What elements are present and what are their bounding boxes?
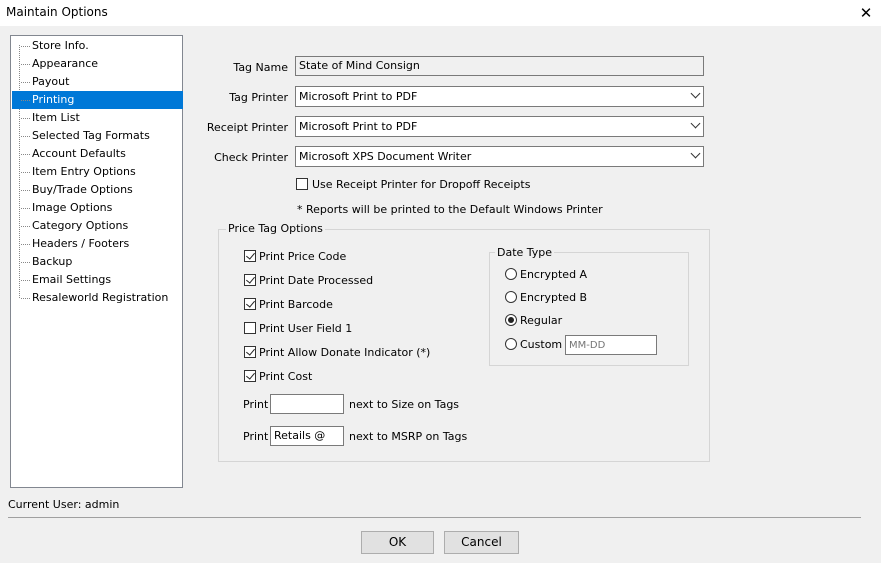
- print-cost-checkbox[interactable]: [244, 370, 256, 382]
- tree-item-buy-trade-options[interactable]: Buy/Trade Options: [12, 181, 183, 199]
- tree-item-label: Printing: [32, 93, 75, 106]
- tree-item-label: Payout: [32, 75, 70, 88]
- tag-name-field[interactable]: State of Mind Consign: [295, 56, 704, 76]
- custom-date-format-field[interactable]: [565, 335, 657, 355]
- chevron-down-icon: [690, 118, 701, 129]
- print-cost-label: Print Cost: [259, 370, 313, 383]
- close-icon[interactable]: ✕: [855, 3, 877, 23]
- check-printer-label: Check Printer: [214, 151, 288, 164]
- tree-item-label: Category Options: [32, 219, 129, 232]
- msrp-print-prefix: Print: [243, 430, 269, 443]
- tree-item-label: Appearance: [32, 57, 99, 70]
- print-barcode-label: Print Barcode: [259, 298, 333, 311]
- tree-item-headers-footers[interactable]: Headers / Footers: [12, 235, 183, 253]
- receipt-printer-select[interactable]: Microsoft Print to PDF: [295, 116, 704, 137]
- tree-item-appearance[interactable]: Appearance: [12, 55, 183, 73]
- use-receipt-printer-checkbox[interactable]: [296, 178, 308, 190]
- tag-printer-select[interactable]: Microsoft Print to PDF: [295, 86, 704, 107]
- window-title: Maintain Options: [6, 5, 108, 19]
- tree-item-label: Store Info.: [32, 39, 89, 52]
- tree-item-backup[interactable]: Backup: [12, 253, 183, 271]
- tree-item-category-options[interactable]: Category Options: [12, 217, 183, 235]
- tag-printer-label: Tag Printer: [229, 91, 288, 104]
- encrypted-b-label: Encrypted B: [520, 291, 588, 304]
- print-date-processed-label: Print Date Processed: [259, 274, 374, 287]
- size-print-prefix: Print: [243, 398, 269, 411]
- date-type-label: Date Type: [495, 246, 555, 259]
- print-allow-donate-label: Print Allow Donate Indicator (*): [259, 346, 431, 359]
- check-printer-select[interactable]: Microsoft XPS Document Writer: [295, 146, 704, 167]
- size-print-field[interactable]: [270, 394, 344, 414]
- tree-item-item-entry-options[interactable]: Item Entry Options: [12, 163, 183, 181]
- tree-item-label: Buy/Trade Options: [32, 183, 133, 196]
- print-price-code-label: Print Price Code: [259, 250, 347, 263]
- print-barcode-checkbox[interactable]: [244, 298, 256, 310]
- current-user-status: Current User: admin: [8, 498, 120, 511]
- tree-item-selected-tag-formats[interactable]: Selected Tag Formats: [12, 127, 183, 145]
- receipt-printer-value: Microsoft Print to PDF: [299, 120, 418, 133]
- title-bar: [0, 0, 881, 26]
- reports-note: * Reports will be printed to the Default…: [297, 203, 603, 216]
- tree-item-email-settings[interactable]: Email Settings: [12, 271, 183, 289]
- tree-item-label: Resaleworld Registration: [32, 291, 169, 304]
- tree-item-label: Item Entry Options: [32, 165, 136, 178]
- tree-item-store-info[interactable]: Store Info.: [12, 37, 183, 55]
- tree-item-account-defaults[interactable]: Account Defaults: [12, 145, 183, 163]
- receipt-printer-label: Receipt Printer: [206, 121, 288, 134]
- tree-item-resaleworld-registration[interactable]: Resaleworld Registration: [12, 289, 183, 307]
- tag-printer-value: Microsoft Print to PDF: [299, 90, 418, 103]
- msrp-print-suffix: next to MSRP on Tags: [349, 430, 468, 443]
- msrp-print-field[interactable]: Retails @: [270, 426, 344, 446]
- use-receipt-printer-label: Use Receipt Printer for Dropoff Receipts: [312, 178, 531, 191]
- cancel-button[interactable]: Cancel: [444, 531, 519, 554]
- print-allow-donate-checkbox[interactable]: [244, 346, 256, 358]
- tree-item-label: Account Defaults: [32, 147, 126, 160]
- tree-item-printing[interactable]: Printing: [12, 91, 183, 109]
- regular-label: Regular: [520, 314, 563, 327]
- tree-item-label: Backup: [32, 255, 73, 268]
- custom-radio[interactable]: [505, 338, 517, 350]
- chevron-down-icon: [690, 148, 701, 159]
- tree-item-image-options[interactable]: Image Options: [12, 199, 183, 217]
- regular-radio[interactable]: [505, 314, 517, 326]
- tree-item-payout[interactable]: Payout: [12, 73, 183, 91]
- tree-item-label: Item List: [32, 111, 80, 124]
- tree-item-label: Selected Tag Formats: [32, 129, 150, 142]
- tree-item-label: Image Options: [32, 201, 113, 214]
- encrypted-a-radio[interactable]: [505, 268, 517, 280]
- tag-name-label: Tag Name: [233, 61, 288, 74]
- tree-item-item-list[interactable]: Item List: [12, 109, 183, 127]
- chevron-down-icon: [690, 88, 701, 99]
- options-tree[interactable]: Store Info. Appearance Payout Printing I…: [10, 35, 183, 488]
- price-tag-options-label: Price Tag Options: [226, 222, 325, 235]
- encrypted-b-radio[interactable]: [505, 291, 517, 303]
- footer-separator: [8, 517, 861, 518]
- tree-item-label: Headers / Footers: [32, 237, 130, 250]
- ok-button[interactable]: OK: [361, 531, 434, 554]
- print-user-field-1-checkbox[interactable]: [244, 322, 256, 334]
- size-print-suffix: next to Size on Tags: [349, 398, 460, 411]
- print-price-code-checkbox[interactable]: [244, 250, 256, 262]
- print-user-field-1-label: Print User Field 1: [259, 322, 353, 335]
- check-printer-value: Microsoft XPS Document Writer: [299, 150, 472, 163]
- encrypted-a-label: Encrypted A: [520, 268, 588, 281]
- custom-label: Custom: [520, 338, 563, 351]
- tree-item-label: Email Settings: [32, 273, 112, 286]
- print-date-processed-checkbox[interactable]: [244, 274, 256, 286]
